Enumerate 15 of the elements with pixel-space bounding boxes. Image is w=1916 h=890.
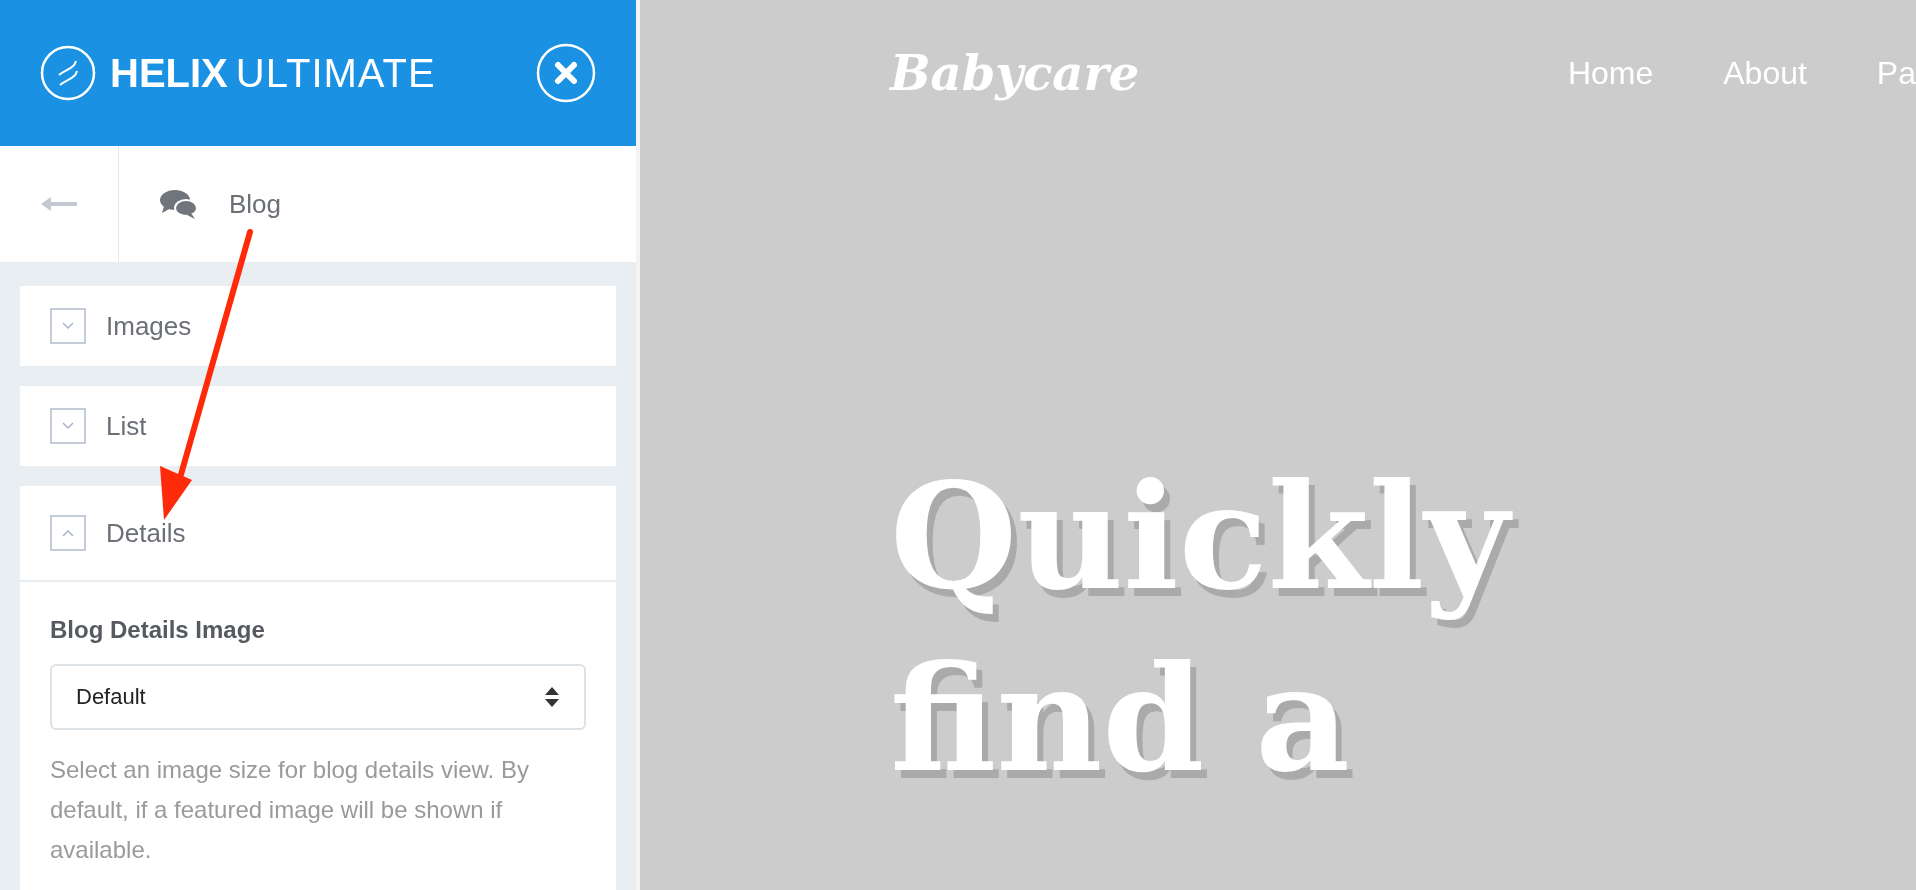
brand-subtitle: ULTIMATE <box>235 50 436 96</box>
close-icon <box>536 43 596 103</box>
chevron-down-icon <box>50 308 86 344</box>
brand-name: HELIX <box>110 50 228 96</box>
updown-caret-icon <box>544 686 560 708</box>
back-arrow-icon <box>39 194 79 214</box>
chevron-up-icon <box>50 515 86 551</box>
section-title: Blog <box>229 188 282 220</box>
close-button[interactable] <box>536 43 596 103</box>
swirl-logo-icon <box>40 45 96 101</box>
help-text: Select an image size for blog details view. By default, if a featured image will be shown if available. <box>50 755 530 865</box>
field-label: Blog Details Image <box>50 616 266 644</box>
image-select[interactable]: Default <box>50 664 586 730</box>
chat-bubbles-icon <box>159 188 199 220</box>
chevron-down-icon <box>50 408 86 444</box>
